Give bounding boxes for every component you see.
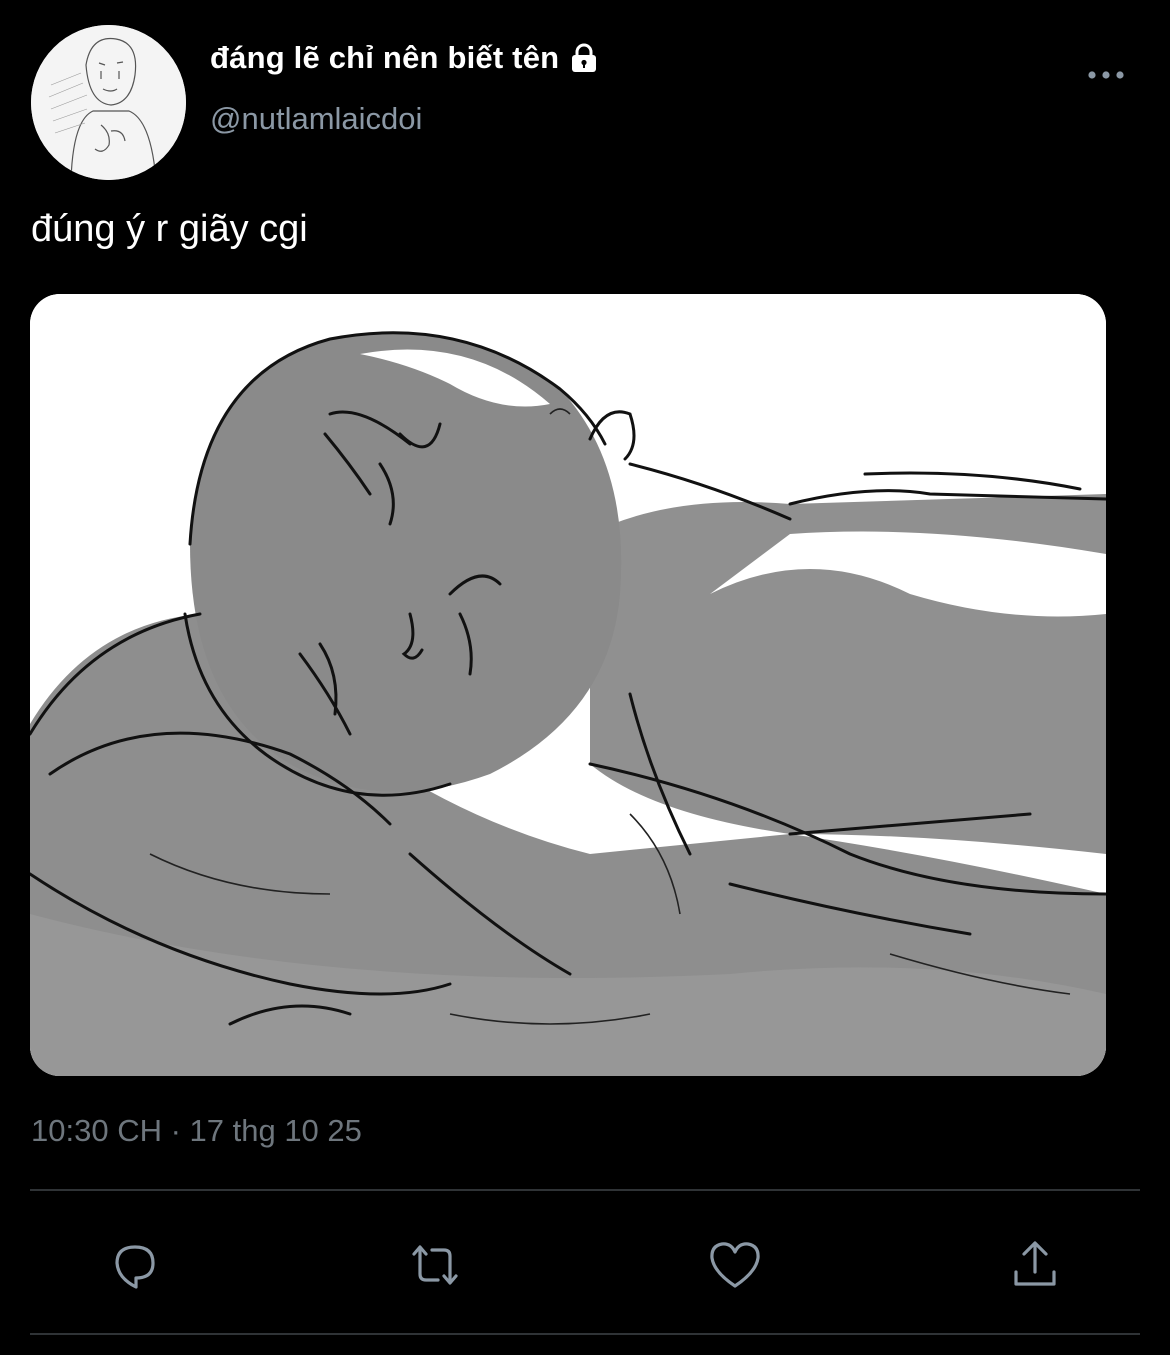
retweet-icon <box>412 1245 458 1285</box>
divider-top <box>30 1189 1140 1191</box>
retweet-button[interactable] <box>400 1230 470 1300</box>
more-horizontal-icon[interactable] <box>1086 65 1126 85</box>
reply-button[interactable] <box>100 1230 170 1300</box>
display-name-row: đáng lẽ chỉ nên biết tên <box>210 40 601 76</box>
user-handle[interactable]: @nutlamlaicdoi <box>210 101 422 137</box>
lock-icon <box>572 43 597 72</box>
share-button[interactable] <box>1000 1230 1070 1300</box>
share-upload-icon <box>1014 1241 1056 1286</box>
sleeping-figure-sketch <box>30 294 1106 1076</box>
tweet-media-image[interactable] <box>30 294 1106 1076</box>
tweet-container: đáng lẽ chỉ nên biết tên @nutlamlaicdoi … <box>0 0 1170 1355</box>
tweet-timestamp[interactable]: 10:30 CH · 17 thg 10 25 <box>31 1113 362 1149</box>
like-button[interactable] <box>700 1230 770 1300</box>
action-bar <box>0 1230 1170 1300</box>
divider-bottom <box>30 1333 1140 1335</box>
tweet-text: đúng ý r giãy cgi <box>31 208 308 250</box>
display-name[interactable]: đáng lẽ chỉ nên biết tên <box>210 40 559 76</box>
heart-icon <box>710 1242 760 1288</box>
avatar[interactable] <box>31 25 186 180</box>
reply-bubble-icon <box>115 1245 155 1289</box>
avatar-sketch <box>31 25 186 180</box>
